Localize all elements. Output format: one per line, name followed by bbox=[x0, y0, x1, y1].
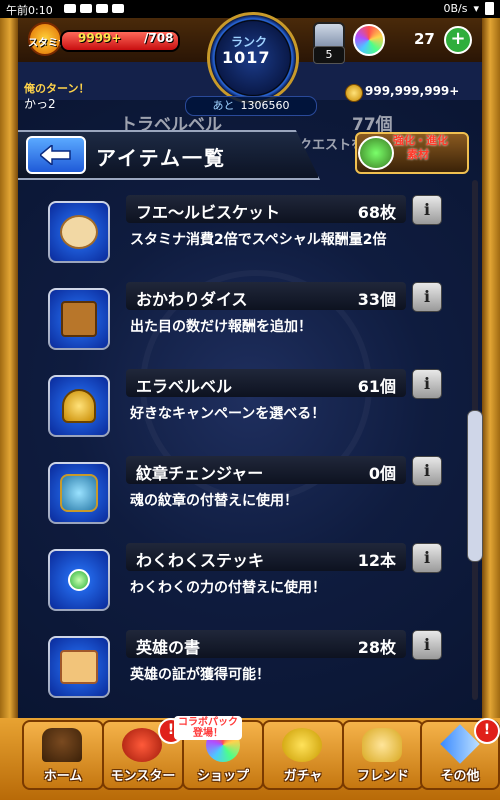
item-description: 英雄の証が獲得可能！ bbox=[130, 667, 270, 683]
item-name-bar: 紋章チェンジャー 0個 bbox=[126, 456, 406, 484]
item-description: わくわくの力の付替えに使用！ bbox=[130, 580, 326, 596]
list-item[interactable]: 英雄の書 28枚 i 英雄の証が獲得可能！ bbox=[40, 628, 455, 708]
nav-gacha-label: ガチャ bbox=[283, 769, 323, 784]
friend-icon bbox=[362, 728, 402, 762]
gold-value: 999,999,999+ bbox=[365, 84, 460, 98]
network-speed: 0B/s bbox=[443, 2, 468, 15]
evolution-material-label: 強化・進化 素材 bbox=[393, 134, 448, 162]
item-name: 紋章チェンジャー bbox=[136, 464, 264, 483]
info-button[interactable]: i bbox=[412, 195, 442, 225]
frame-left-border bbox=[0, 18, 18, 800]
evo-text-line2: 素材 bbox=[407, 148, 429, 161]
scroll-icon bbox=[48, 636, 110, 698]
list-item[interactable]: 紋章チェンジャー 0個 i 魂の紋章の付替えに使用！ bbox=[40, 454, 455, 534]
list-item[interactable]: フエ〜ルビスケット 68枚 i スタミナ消費2倍でスペシャル報酬量2倍 bbox=[40, 193, 455, 273]
battery-icon bbox=[485, 2, 494, 15]
wifi-icon: ▾ bbox=[473, 2, 479, 15]
dice-icon bbox=[48, 288, 110, 350]
status-time: 午前0:10 bbox=[6, 4, 53, 17]
item-description: 出た目の数だけ報酬を追加！ bbox=[130, 319, 312, 335]
alert-badge: ! bbox=[474, 718, 500, 744]
monster-icon bbox=[358, 136, 394, 170]
scrollbar-thumb[interactable] bbox=[467, 410, 483, 562]
back-button[interactable] bbox=[26, 136, 86, 174]
nav-monster[interactable]: モンスター ! bbox=[102, 718, 184, 790]
stamina-max: /708 bbox=[144, 31, 174, 45]
item-name: おかわりダイス bbox=[136, 290, 248, 309]
nav-friend-label: フレンド bbox=[356, 769, 409, 784]
orb-icon[interactable] bbox=[353, 24, 385, 56]
gold-coin-icon bbox=[345, 84, 363, 102]
nav-monster-label: モンスター bbox=[110, 769, 176, 784]
monster-icon bbox=[122, 728, 162, 762]
list-item[interactable]: おかわりダイス 33個 i 出た目の数だけ報酬を追加！ bbox=[40, 280, 455, 360]
evo-text-line1: 強化・進化 bbox=[393, 134, 448, 147]
info-button[interactable]: i bbox=[412, 369, 442, 399]
add-orb-button[interactable]: + bbox=[444, 26, 472, 54]
notification-icon bbox=[96, 4, 108, 13]
info-button[interactable]: i bbox=[412, 456, 442, 486]
collab-pack-badge: コラボパック 登場！ bbox=[174, 716, 242, 740]
home-icon bbox=[42, 728, 82, 762]
nav-home-label: ホーム bbox=[43, 769, 83, 784]
collab-tag-line1: コラボパック bbox=[178, 717, 238, 728]
stone-count: 5 bbox=[313, 46, 345, 64]
item-name: フエ〜ルビスケット bbox=[136, 203, 281, 222]
item-name-bar: エラベルベル 61個 bbox=[126, 369, 406, 397]
item-count: 12本 bbox=[357, 551, 396, 570]
nav-more-label: その他 bbox=[440, 769, 480, 784]
bell-icon bbox=[48, 375, 110, 437]
notification-icon bbox=[112, 4, 124, 13]
item-count: 61個 bbox=[357, 377, 396, 396]
frame-right-border bbox=[482, 18, 500, 800]
turn-name: かっ2 bbox=[24, 97, 56, 111]
nav-friend[interactable]: フレンド bbox=[342, 720, 424, 790]
item-name-bar: わくわくステッキ 12本 bbox=[126, 543, 406, 571]
orb-count: 27 bbox=[414, 30, 435, 48]
nav-gacha[interactable]: ガチャ bbox=[262, 720, 344, 790]
list-item[interactable]: エラベルベル 61個 i 好きなキャンペーンを選べる！ bbox=[40, 367, 455, 447]
emblem-changer-icon bbox=[48, 462, 110, 524]
item-count: 33個 bbox=[357, 290, 396, 309]
info-button[interactable]: i bbox=[412, 282, 442, 312]
status-notification-icons bbox=[64, 4, 124, 13]
item-name-bar: おかわりダイス 33個 bbox=[126, 282, 406, 310]
list-item[interactable]: わくわくステッキ 12本 i わくわくの力の付替えに使用！ bbox=[40, 541, 455, 621]
item-count: 0個 bbox=[368, 464, 396, 483]
info-button[interactable]: i bbox=[412, 630, 442, 660]
notification-icon bbox=[80, 4, 92, 13]
rank-value: 1017 bbox=[222, 48, 271, 67]
stick-icon bbox=[48, 549, 110, 611]
nav-more[interactable]: その他 ! bbox=[420, 718, 500, 790]
nav-shop-label: ショップ bbox=[196, 769, 249, 784]
biscuit-icon bbox=[48, 201, 110, 263]
item-description: 魂の紋章の付替えに使用！ bbox=[130, 493, 298, 509]
nav-home[interactable]: ホーム bbox=[22, 720, 104, 790]
turn-label: 俺のターン！ bbox=[24, 82, 90, 95]
item-count: 68枚 bbox=[357, 203, 396, 222]
item-name: わくわくステッキ bbox=[136, 551, 265, 570]
item-description: 好きなキャンペーンを選べる！ bbox=[130, 406, 326, 422]
item-count: 28枚 bbox=[357, 638, 396, 657]
item-name-bar: 英雄の書 28枚 bbox=[126, 630, 406, 658]
item-name: 英雄の書 bbox=[136, 638, 201, 657]
item-name-bar: フエ〜ルビスケット 68枚 bbox=[126, 195, 406, 223]
stamina-value: 9999+ bbox=[78, 31, 122, 45]
item-description: スタミナ消費2倍でスペシャル報酬量2倍 bbox=[130, 232, 387, 248]
collab-tag-line2: 登場！ bbox=[193, 728, 223, 739]
item-name: エラベルベル bbox=[136, 377, 233, 396]
gacha-icon bbox=[282, 728, 322, 762]
back-arrow-icon bbox=[40, 145, 71, 165]
info-button[interactable]: i bbox=[412, 543, 442, 573]
notification-icon bbox=[64, 4, 76, 13]
page-title: アイテム一覧 bbox=[96, 146, 226, 170]
